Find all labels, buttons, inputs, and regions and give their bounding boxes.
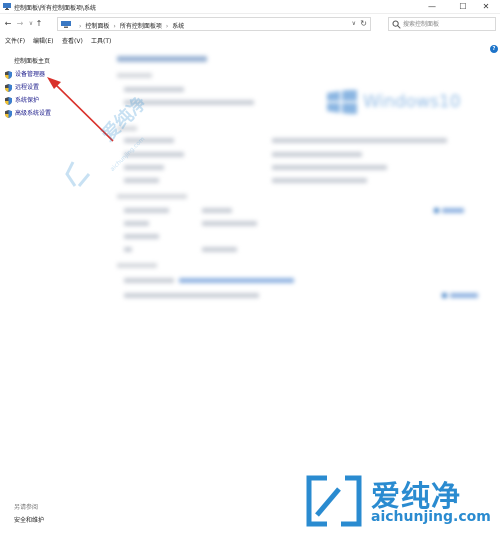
info-value <box>124 293 259 298</box>
menu-view[interactable]: 查看(V) <box>62 36 83 45</box>
info-label <box>124 247 132 252</box>
back-button[interactable]: ← <box>3 18 13 30</box>
info-label <box>124 278 174 283</box>
sidebar-item-label: 远程设置 <box>15 84 40 91</box>
menu-file[interactable]: 文件(F) <box>5 36 25 45</box>
license-terms-link[interactable] <box>179 278 294 283</box>
search-icon <box>392 20 401 29</box>
close-button[interactable]: ✕ <box>472 0 500 14</box>
watermark-logo-icon <box>306 475 362 527</box>
windows-10-logo: Windows10 <box>327 90 492 114</box>
forward-button[interactable]: → <box>15 18 25 30</box>
window-title: 控制面板\所有控制面板项\系统 <box>14 5 97 12</box>
windows-logo-text: Windows10 <box>363 92 461 112</box>
see-also-heading: 另请参阅 <box>14 504 39 511</box>
change-settings-link[interactable] <box>442 208 464 213</box>
navigation-bar: ← → ∨ ↑ › 控制面板 › 所有控制面板项 › 系统 ∨ ↻ <box>0 15 500 33</box>
sidebar-item-device-manager[interactable]: 设备管理器 <box>5 71 45 80</box>
sidebar-item-label: 设备管理器 <box>15 71 46 78</box>
watermark-url: aichunjing.com <box>371 509 491 525</box>
minimize-button[interactable]: — <box>418 0 446 14</box>
info-value <box>202 247 237 252</box>
watermark-brand: 爱纯净 aichunjing.com <box>305 473 500 531</box>
windows-logo-icon <box>327 90 357 114</box>
watermark-center: 爱纯净 aichunjing.com <box>65 93 175 200</box>
address-dropdown-button[interactable]: ∨ <box>352 20 356 27</box>
breadcrumb-separator: › <box>113 23 116 30</box>
control-panel-icon <box>3 3 11 10</box>
change-settings-shield-icon <box>434 208 439 213</box>
breadcrumb-separator: › <box>165 23 169 30</box>
shield-icon <box>5 71 12 79</box>
breadcrumb-item-system[interactable]: 系统 <box>172 23 184 30</box>
breadcrumb-item-control-panel[interactable]: 控制面板 <box>85 23 109 30</box>
breadcrumb: › 控制面板 › 所有控制面板项 › 系统 <box>75 21 184 30</box>
title-bar: 控制面板\所有控制面板项\系统 — ☐ ✕ <box>0 0 500 14</box>
info-label <box>124 221 149 226</box>
sidebar-item-advanced-settings[interactable]: 高级系统设置 <box>5 110 51 119</box>
section-label <box>117 73 152 78</box>
info-value <box>272 178 367 183</box>
address-bar[interactable]: › 控制面板 › 所有控制面板项 › 系统 ∨ ↻ <box>57 17 371 31</box>
shield-icon <box>5 84 12 92</box>
info-value <box>272 152 362 157</box>
shield-icon <box>5 97 12 105</box>
info-value <box>272 165 387 170</box>
search-input[interactable] <box>403 19 493 29</box>
section-label <box>117 263 157 268</box>
sidebar-item-label: 高级系统设置 <box>15 110 52 117</box>
sidebar-item-system-protection[interactable]: 系统保护 <box>5 97 39 106</box>
up-button[interactable]: ↑ <box>34 18 44 30</box>
control-panel-home-link[interactable]: 控制面板主页 <box>14 56 50 65</box>
sidebar-item-remote-settings[interactable]: 远程设置 <box>5 84 39 93</box>
menu-tools[interactable]: 工具(T) <box>91 36 111 45</box>
breadcrumb-separator: › <box>79 23 82 30</box>
info-label <box>124 208 169 213</box>
search-box[interactable] <box>388 17 496 31</box>
shield-icon <box>5 110 12 118</box>
computer-icon <box>61 21 71 28</box>
section-heading <box>117 56 207 62</box>
info-label <box>124 234 159 239</box>
watermark-logo-icon <box>65 161 91 187</box>
refresh-button[interactable]: ↻ <box>360 19 367 28</box>
menu-bar: 文件(F) 编辑(E) 查看(V) 工具(T) <box>0 35 500 46</box>
info-value <box>202 221 257 226</box>
security-maintenance-link[interactable]: 安全和维护 <box>14 515 44 524</box>
info-value <box>202 208 232 213</box>
change-key-shield-icon <box>442 293 447 298</box>
breadcrumb-item-all-items[interactable]: 所有控制面板项 <box>120 23 162 30</box>
menu-edit[interactable]: 编辑(E) <box>33 36 53 45</box>
change-product-key-link[interactable] <box>450 293 478 298</box>
sidebar-item-label: 系统保护 <box>15 97 40 104</box>
info-value <box>272 138 447 143</box>
